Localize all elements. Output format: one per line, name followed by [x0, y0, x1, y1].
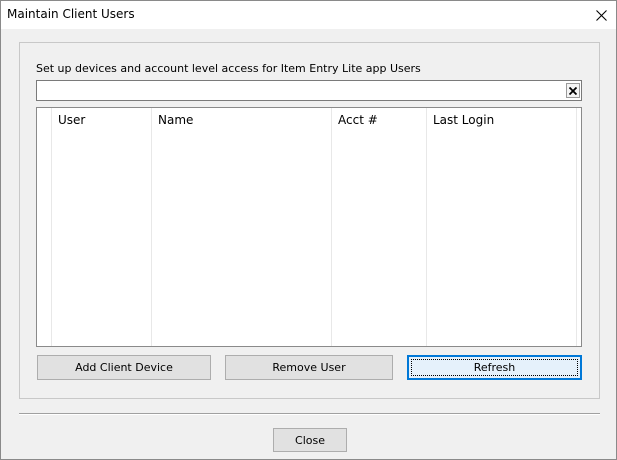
focus-indicator — [411, 359, 578, 376]
column-acct[interactable]: Acct # — [332, 108, 427, 346]
column-name[interactable]: Name — [152, 108, 332, 346]
column-last-login[interactable]: Last Login — [427, 108, 577, 346]
column-header-user[interactable]: User — [58, 113, 85, 127]
remove-user-button[interactable]: Remove User — [225, 355, 393, 380]
window-close-button[interactable] — [586, 1, 616, 29]
close-button[interactable]: Close — [273, 428, 347, 452]
column-header-name[interactable]: Name — [158, 113, 193, 127]
column-header-last-login[interactable]: Last Login — [433, 113, 494, 127]
row-selector-column[interactable] — [37, 108, 52, 346]
column-user[interactable]: User — [52, 108, 152, 346]
clear-search-button[interactable] — [566, 83, 580, 98]
description-label: Set up devices and account level access … — [36, 62, 421, 75]
maintain-client-users-dialog: Maintain Client Users Set up devices and… — [0, 0, 617, 460]
clear-icon — [569, 86, 577, 95]
separator — [19, 413, 600, 415]
users-grid[interactable]: User Name Acct # Last Login — [36, 107, 582, 347]
window-title: Maintain Client Users — [7, 7, 135, 21]
title-bar[interactable]: Maintain Client Users — [1, 1, 616, 29]
add-client-device-button[interactable]: Add Client Device — [37, 355, 211, 380]
close-icon — [595, 9, 607, 21]
column-header-acct[interactable]: Acct # — [338, 113, 378, 127]
refresh-button[interactable]: Refresh — [407, 355, 582, 380]
search-input[interactable] — [36, 80, 582, 101]
